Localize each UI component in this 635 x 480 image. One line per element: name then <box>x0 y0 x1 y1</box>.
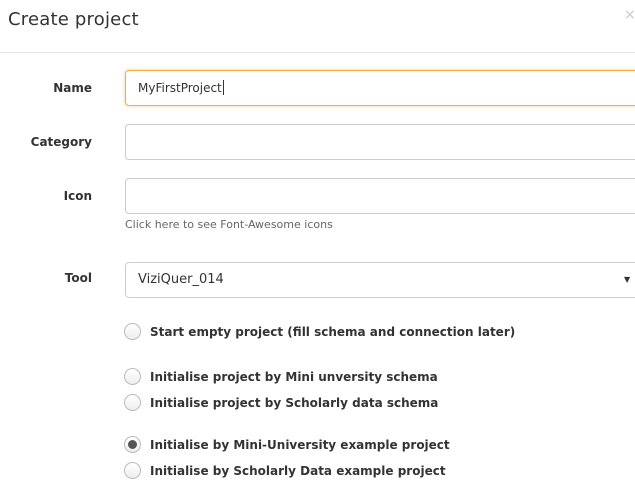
option-label: Initialise by Mini-University example pr… <box>150 438 450 452</box>
name-input-value: MyFirstProject <box>138 81 222 95</box>
radio-start-empty[interactable] <box>124 323 141 340</box>
option-label: Start empty project (fill schema and con… <box>150 325 516 339</box>
option-label: Initialise project by Mini unversity sch… <box>150 370 438 384</box>
text-caret <box>222 80 224 95</box>
category-label: Category <box>30 135 92 149</box>
name-input[interactable]: MyFirstProject <box>125 70 635 106</box>
icon-help-text: Click here to see Font-Awesome icons <box>125 218 333 232</box>
font-awesome-link[interactable]: Click here <box>125 218 180 231</box>
category-input[interactable] <box>125 124 635 160</box>
create-project-dialog: Create project × Name MyFirstProject Cat… <box>0 0 635 480</box>
dialog-header: Create project × <box>0 0 635 53</box>
radio-scholarly-data-example[interactable] <box>124 462 141 479</box>
tool-select-value: ViziQuer_014 <box>138 272 224 287</box>
radio-mini-university-schema[interactable] <box>124 368 141 385</box>
icon-input[interactable] <box>125 178 635 214</box>
close-icon[interactable]: × <box>624 8 635 22</box>
dialog-title: Create project <box>8 9 139 30</box>
chevron-down-icon: ▼ <box>624 275 631 284</box>
icon-label: Icon <box>63 189 92 203</box>
option-label: Initialise by Scholarly Data example pro… <box>150 464 446 478</box>
tool-select[interactable]: ViziQuer_014 ▼ <box>125 262 635 298</box>
icon-help-rest: to see Font-Awesome icons <box>179 218 333 231</box>
radio-mini-university-example[interactable] <box>124 436 141 453</box>
tool-label: Tool <box>64 271 92 285</box>
radio-scholarly-data-schema[interactable] <box>124 394 141 411</box>
name-label: Name <box>53 81 92 95</box>
option-label: Initialise project by Scholarly data sch… <box>150 396 439 410</box>
